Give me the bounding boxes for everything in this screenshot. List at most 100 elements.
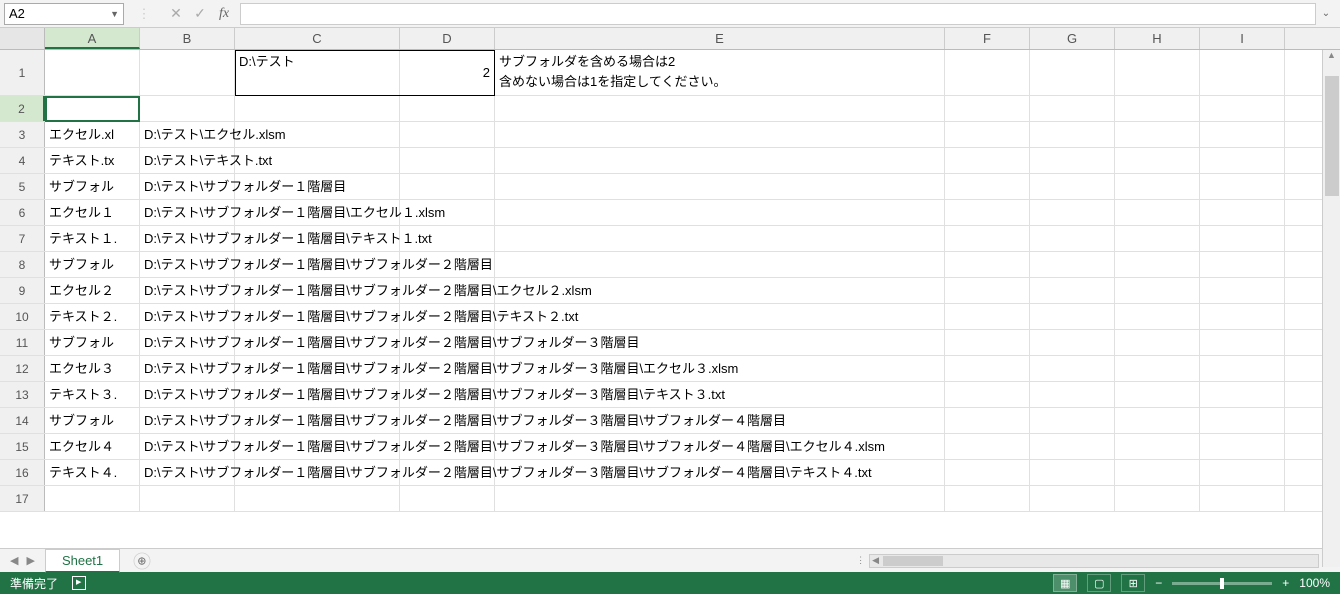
row-header-9[interactable]: 9	[0, 278, 45, 303]
cell-D5[interactable]	[400, 174, 495, 199]
cell-F14[interactable]	[945, 408, 1030, 433]
cell-F4[interactable]	[945, 148, 1030, 173]
cell-B7[interactable]: D:\テスト\サブフォルダー１階層目\テキスト１.txt	[140, 226, 235, 251]
cell-F15[interactable]	[945, 434, 1030, 459]
cell-D16[interactable]	[400, 460, 495, 485]
cell-I3[interactable]	[1200, 122, 1285, 147]
cell-D15[interactable]	[400, 434, 495, 459]
cell-C6[interactable]	[235, 200, 400, 225]
row-header-17[interactable]: 17	[0, 486, 45, 511]
row-header-8[interactable]: 8	[0, 252, 45, 277]
cell-I4[interactable]	[1200, 148, 1285, 173]
cell-E3[interactable]	[495, 122, 945, 147]
cell-H8[interactable]	[1115, 252, 1200, 277]
cell-C1[interactable]: D:\テスト	[235, 50, 400, 95]
cell-H14[interactable]	[1115, 408, 1200, 433]
column-header-E[interactable]: E	[495, 28, 945, 49]
cell-A12[interactable]: エクセル３	[45, 356, 140, 381]
cell-F2[interactable]	[945, 96, 1030, 121]
sheet-tab[interactable]: Sheet1	[45, 549, 120, 573]
cell-B1[interactable]	[140, 50, 235, 95]
cell-H12[interactable]	[1115, 356, 1200, 381]
cell-I1[interactable]	[1200, 50, 1285, 95]
cell-C14[interactable]	[235, 408, 400, 433]
column-header-I[interactable]: I	[1200, 28, 1285, 49]
cell-G15[interactable]	[1030, 434, 1115, 459]
cell-B14[interactable]: D:\テスト\サブフォルダー１階層目\サブフォルダー２階層目\サブフォルダー３階…	[140, 408, 235, 433]
cell-D7[interactable]	[400, 226, 495, 251]
cell-D9[interactable]	[400, 278, 495, 303]
cell-I12[interactable]	[1200, 356, 1285, 381]
vertical-scroll-thumb[interactable]	[1325, 76, 1339, 196]
add-sheet-button[interactable]: ⊕	[134, 552, 151, 569]
horizontal-scroll-thumb[interactable]	[883, 556, 943, 566]
cell-E9[interactable]	[495, 278, 945, 303]
cell-G10[interactable]	[1030, 304, 1115, 329]
view-page-break-icon[interactable]: ⊞	[1121, 574, 1145, 592]
cell-B11[interactable]: D:\テスト\サブフォルダー１階層目\サブフォルダー２階層目\サブフォルダー３階…	[140, 330, 235, 355]
cell-E11[interactable]	[495, 330, 945, 355]
cell-G1[interactable]	[1030, 50, 1115, 95]
cell-F5[interactable]	[945, 174, 1030, 199]
cell-D8[interactable]	[400, 252, 495, 277]
row-header-4[interactable]: 4	[0, 148, 45, 173]
cell-F12[interactable]	[945, 356, 1030, 381]
cell-I17[interactable]	[1200, 486, 1285, 511]
cell-C13[interactable]	[235, 382, 400, 407]
cell-G17[interactable]	[1030, 486, 1115, 511]
cell-H16[interactable]	[1115, 460, 1200, 485]
cell-G13[interactable]	[1030, 382, 1115, 407]
row-header-1[interactable]: 1	[0, 50, 45, 95]
cell-D14[interactable]	[400, 408, 495, 433]
cell-B3[interactable]: D:\テスト\エクセル.xlsm	[140, 122, 235, 147]
cell-C17[interactable]	[235, 486, 400, 511]
name-box-dropdown-icon[interactable]: ▼	[110, 9, 119, 19]
cancel-formula-icon[interactable]: ✕	[164, 5, 188, 22]
cell-D4[interactable]	[400, 148, 495, 173]
column-header-F[interactable]: F	[945, 28, 1030, 49]
cell-A15[interactable]: エクセル４	[45, 434, 140, 459]
row-header-15[interactable]: 15	[0, 434, 45, 459]
cell-C4[interactable]	[235, 148, 400, 173]
cell-G12[interactable]	[1030, 356, 1115, 381]
cell-F9[interactable]	[945, 278, 1030, 303]
cell-D3[interactable]	[400, 122, 495, 147]
cell-I9[interactable]	[1200, 278, 1285, 303]
column-header-B[interactable]: B	[140, 28, 235, 49]
cell-F7[interactable]	[945, 226, 1030, 251]
cell-I11[interactable]	[1200, 330, 1285, 355]
cell-G7[interactable]	[1030, 226, 1115, 251]
cell-I7[interactable]	[1200, 226, 1285, 251]
view-page-layout-icon[interactable]: ▢	[1087, 574, 1111, 592]
formula-input[interactable]	[240, 3, 1316, 25]
cell-B8[interactable]: D:\テスト\サブフォルダー１階層目\サブフォルダー２階層目	[140, 252, 235, 277]
cell-B2[interactable]	[140, 96, 235, 121]
cell-F8[interactable]	[945, 252, 1030, 277]
cell-H11[interactable]	[1115, 330, 1200, 355]
cell-G2[interactable]	[1030, 96, 1115, 121]
cell-G14[interactable]	[1030, 408, 1115, 433]
cell-A4[interactable]: テキスト.tx	[45, 148, 140, 173]
cell-E14[interactable]	[495, 408, 945, 433]
cell-B6[interactable]: D:\テスト\サブフォルダー１階層目\エクセル１.xlsm	[140, 200, 235, 225]
cell-C10[interactable]	[235, 304, 400, 329]
name-box[interactable]: A2 ▼	[4, 3, 124, 25]
cell-D6[interactable]	[400, 200, 495, 225]
cell-B15[interactable]: D:\テスト\サブフォルダー１階層目\サブフォルダー２階層目\サブフォルダー３階…	[140, 434, 235, 459]
horizontal-scrollbar[interactable]: ◀	[869, 554, 1319, 568]
cell-G9[interactable]	[1030, 278, 1115, 303]
cell-I10[interactable]	[1200, 304, 1285, 329]
column-header-A[interactable]: A	[45, 28, 140, 49]
cell-G8[interactable]	[1030, 252, 1115, 277]
cell-I14[interactable]	[1200, 408, 1285, 433]
select-all-corner[interactable]	[0, 28, 45, 49]
cell-C8[interactable]	[235, 252, 400, 277]
column-header-D[interactable]: D	[400, 28, 495, 49]
cell-B12[interactable]: D:\テスト\サブフォルダー１階層目\サブフォルダー２階層目\サブフォルダー３階…	[140, 356, 235, 381]
zoom-level[interactable]: 100%	[1299, 576, 1330, 590]
cell-A16[interactable]: テキスト４.	[45, 460, 140, 485]
cell-H6[interactable]	[1115, 200, 1200, 225]
cell-C7[interactable]	[235, 226, 400, 251]
cell-I5[interactable]	[1200, 174, 1285, 199]
cell-A8[interactable]: サブフォル	[45, 252, 140, 277]
